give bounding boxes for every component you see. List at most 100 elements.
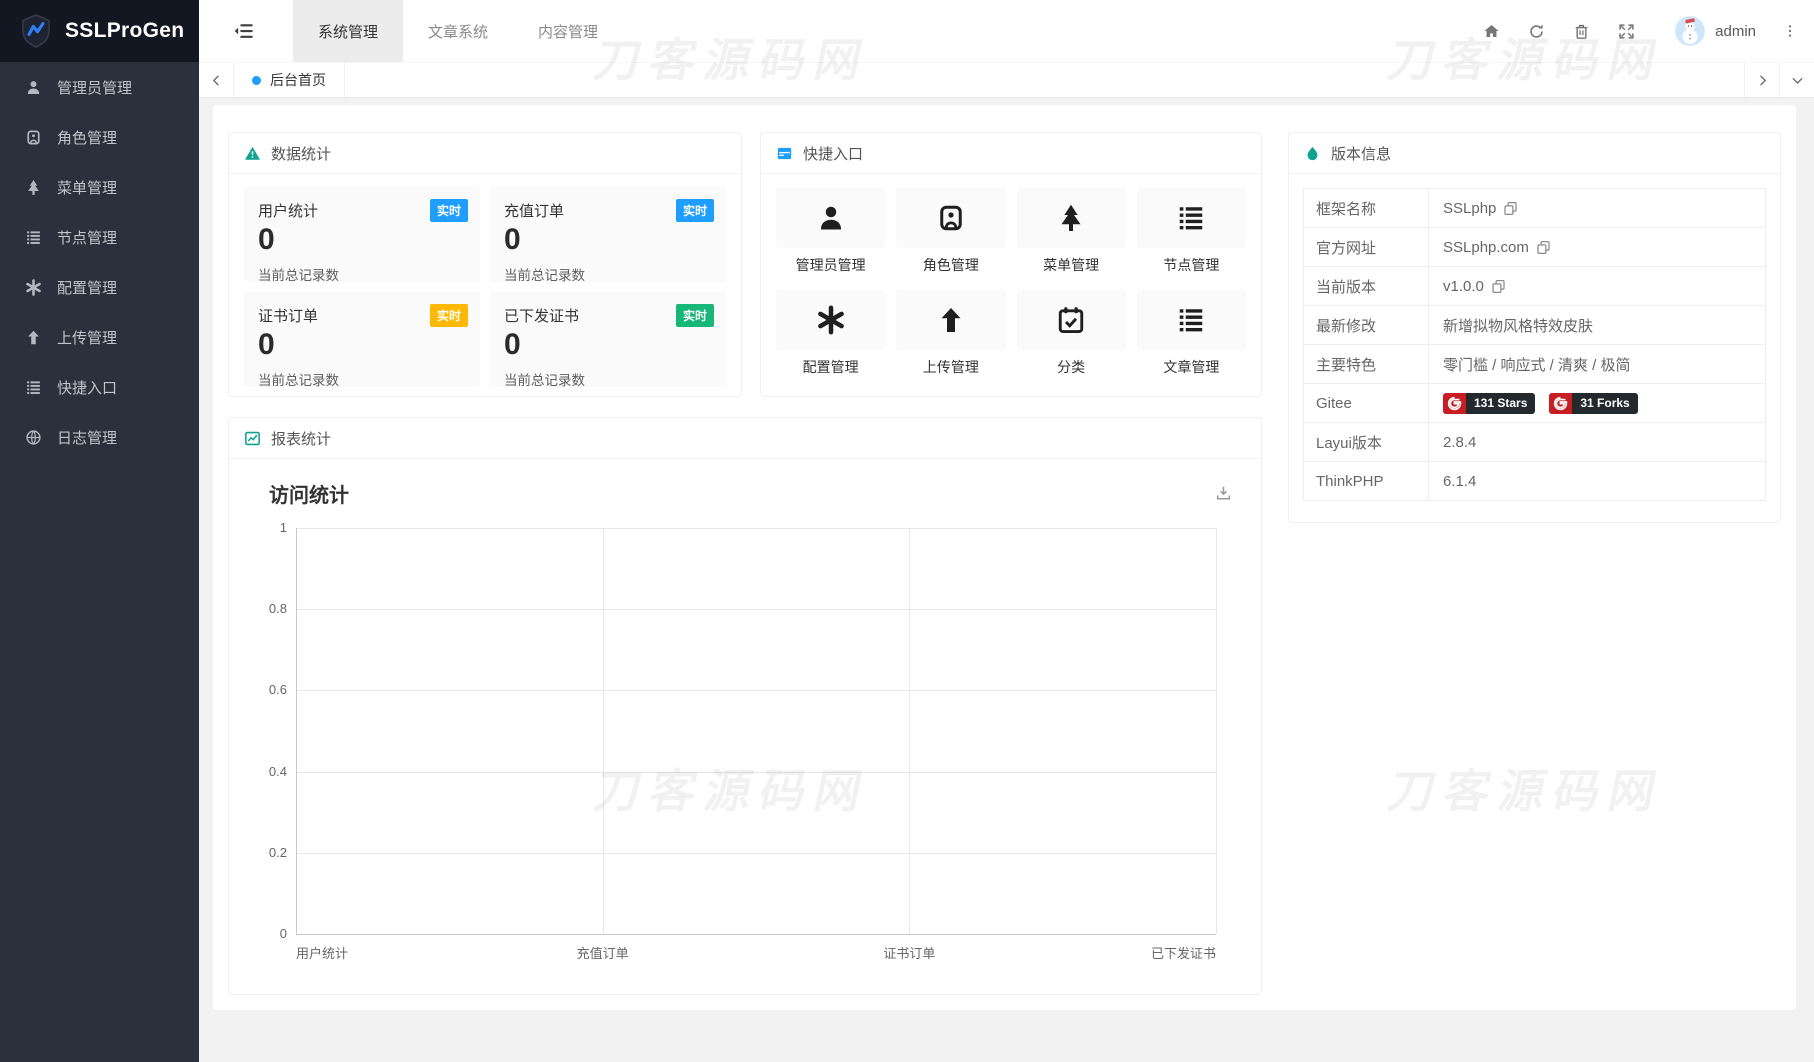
stat-sublabel: 当前总记录数	[504, 369, 712, 389]
version-row-value: v1.0.0	[1429, 267, 1520, 305]
gitee-icon	[1553, 396, 1568, 411]
app-logo[interactable]: SSLProGen	[0, 0, 199, 62]
h-gridline	[296, 609, 1216, 610]
quick-entry[interactable]: 分类	[1017, 290, 1126, 377]
topnav-tab-0[interactable]: 系统管理	[293, 0, 403, 62]
sidebar-item-node[interactable]: 节点管理	[0, 212, 199, 262]
quick-entry-box	[896, 290, 1005, 350]
report-card: 报表统计 访问统计 00.20.40.60.81用户统计充值订单证书订单已下发证…	[228, 417, 1262, 995]
version-row: Layui版本 2.8.4	[1304, 423, 1765, 462]
v-gridline	[1216, 528, 1217, 934]
tab-home-label: 后台首页	[270, 70, 326, 90]
version-row: Gitee 131 Stars31 Forks	[1304, 384, 1765, 423]
x-axis-label: 用户统计	[296, 943, 348, 962]
stat-value: 0	[504, 330, 712, 360]
quick-card-header: 快捷入口	[761, 133, 1261, 174]
topnav-tabs: 系统管理文章系统内容管理	[293, 0, 623, 62]
tabbar: 后台首页	[199, 62, 1814, 98]
version-row-label: 当前版本	[1304, 267, 1429, 305]
sidebar-item-log[interactable]: 日志管理	[0, 412, 199, 462]
tabs-menu-button[interactable]	[1779, 63, 1814, 97]
version-row-value: 6.1.4	[1429, 462, 1490, 500]
home-icon[interactable]	[1483, 23, 1500, 40]
topnav-tab-2[interactable]: 内容管理	[513, 0, 623, 62]
version-row-label: Layui版本	[1304, 423, 1429, 461]
trash-icon[interactable]	[1573, 23, 1590, 40]
h-gridline	[296, 772, 1216, 773]
quick-entry[interactable]: 配置管理	[776, 290, 885, 377]
calendar-check-icon	[1056, 305, 1086, 335]
more-options-icon[interactable]	[1782, 22, 1798, 40]
version-row-label: 主要特色	[1304, 345, 1429, 383]
list-icon	[1176, 203, 1206, 233]
quick-entry-box	[1017, 188, 1126, 248]
main-content: 数据统计 用户统计 实时 0 当前总记录数 充值订单 实时 0 当前总记录数 证…	[199, 98, 1814, 1062]
quick-entry[interactable]: 角色管理	[896, 188, 1005, 275]
gitee-icon	[1447, 396, 1462, 411]
shield-logo-icon	[18, 13, 54, 49]
quick-grid: 管理员管理 角色管理 菜单管理 节点管理 配置管理 上传管理 分类	[761, 174, 1261, 391]
hamburger-icon	[233, 20, 255, 42]
warning-triangle-icon	[244, 145, 261, 162]
stat-badge: 实时	[676, 199, 714, 222]
sidebar-item-upload[interactable]: 上传管理	[0, 312, 199, 362]
quick-card-title: 快捷入口	[803, 143, 863, 164]
quick-entry-label: 上传管理	[896, 357, 1005, 377]
sidebar-item-label: 节点管理	[57, 227, 117, 248]
list-icon	[25, 229, 42, 246]
quick-entry[interactable]: 菜单管理	[1017, 188, 1126, 275]
sidebar-nav: 管理员管理 角色管理 菜单管理 节点管理 配置管理 上传管理 快捷入口 日志管理	[0, 62, 199, 462]
fullscreen-icon[interactable]	[1618, 23, 1635, 40]
sidebar-item-quick[interactable]: 快捷入口	[0, 362, 199, 412]
refresh-icon[interactable]	[1528, 23, 1545, 40]
quick-entry[interactable]: 管理员管理	[776, 188, 885, 275]
version-row-value: SSLphp	[1429, 189, 1532, 227]
user-icon	[25, 79, 42, 96]
version-card-header: 版本信息	[1289, 133, 1780, 174]
copy-icon[interactable]	[1503, 201, 1518, 216]
sidebar-item-label: 快捷入口	[57, 377, 117, 398]
user-icon	[816, 203, 846, 233]
quick-entry-label: 分类	[1017, 357, 1126, 377]
h-gridline	[296, 853, 1216, 854]
gitee-badge[interactable]: 31 Forks	[1549, 393, 1637, 414]
version-row-label: ThinkPHP	[1304, 462, 1429, 500]
quick-entry-box	[1137, 188, 1246, 248]
stat-sublabel: 当前总记录数	[258, 264, 466, 284]
avatar[interactable]	[1675, 16, 1705, 46]
y-axis-tick: 1	[235, 520, 287, 535]
version-row: 当前版本 v1.0.0	[1304, 267, 1765, 306]
stat-badge: 实时	[430, 304, 468, 327]
quick-entry[interactable]: 文章管理	[1137, 290, 1246, 377]
stats-card: 数据统计 用户统计 实时 0 当前总记录数 充值订单 实时 0 当前总记录数 证…	[228, 132, 742, 397]
tabs-scroll-right-button[interactable]	[1744, 63, 1779, 97]
username-label[interactable]: admin	[1715, 23, 1756, 40]
copy-icon[interactable]	[1536, 240, 1551, 255]
tree-icon	[25, 179, 42, 196]
sidebar-item-label: 配置管理	[57, 277, 117, 298]
sidebar-item-admin[interactable]: 管理员管理	[0, 62, 199, 112]
collapse-sidebar-button[interactable]	[233, 0, 255, 62]
copy-icon[interactable]	[1491, 279, 1506, 294]
gitee-badge[interactable]: 131 Stars	[1443, 393, 1535, 414]
sidebar-item-config[interactable]: 配置管理	[0, 262, 199, 312]
stat-sublabel: 当前总记录数	[258, 369, 466, 389]
quick-entry[interactable]: 上传管理	[896, 290, 1005, 377]
topnav-tab-1[interactable]: 文章系统	[403, 0, 513, 62]
app-title: SSLProGen	[65, 19, 184, 43]
quick-entry-label: 文章管理	[1137, 357, 1246, 377]
tabs-scroll-left-button[interactable]	[199, 63, 233, 97]
quick-entry-label: 节点管理	[1137, 255, 1246, 275]
sidebar-item-menu[interactable]: 菜单管理	[0, 162, 199, 212]
x-axis-label: 证书订单	[883, 943, 935, 962]
list-icon	[25, 379, 42, 396]
version-row-value: 零门槛 / 响应式 / 清爽 / 极简	[1429, 345, 1645, 383]
version-row-value: 新增拟物风格特效皮肤	[1429, 306, 1607, 344]
x-axis-label: 充值订单	[577, 943, 629, 962]
stats-grid: 用户统计 实时 0 当前总记录数 充值订单 实时 0 当前总记录数 证书订单 实…	[229, 174, 741, 400]
tab-home[interactable]: 后台首页	[233, 63, 345, 97]
chevron-down-icon	[1791, 74, 1804, 87]
quick-entry[interactable]: 节点管理	[1137, 188, 1246, 275]
sidebar-item-role[interactable]: 角色管理	[0, 112, 199, 162]
y-axis-tick: 0.8	[235, 601, 287, 616]
